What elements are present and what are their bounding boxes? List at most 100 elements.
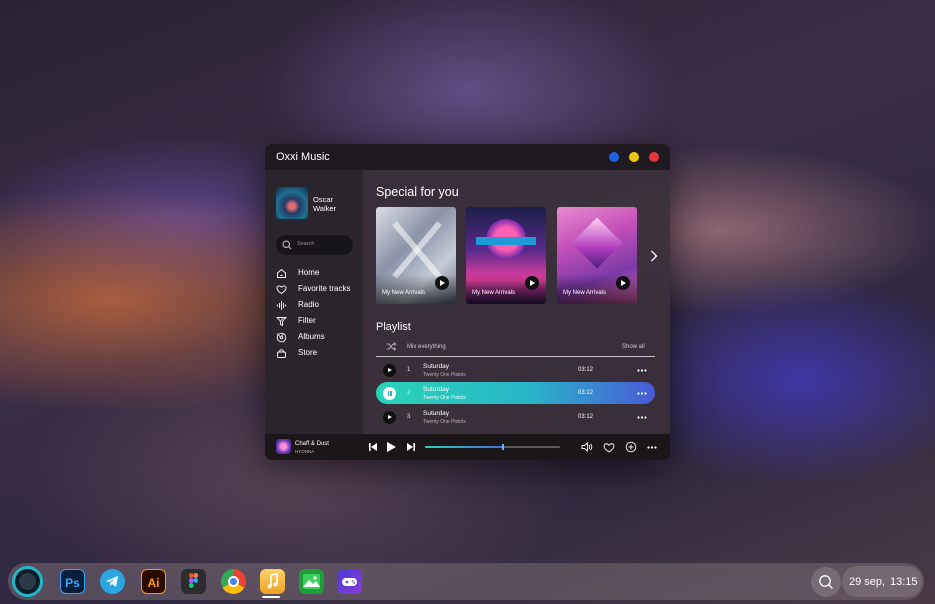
track-duration: 03:12	[578, 367, 594, 373]
paper-plane-glyph	[106, 576, 118, 587]
assistant-icon[interactable]	[12, 566, 43, 597]
next-icon[interactable]	[406, 442, 416, 452]
show-all-link[interactable]: Show all	[622, 344, 645, 350]
gamepad-glyph	[342, 578, 357, 586]
sidebar-item-favorite-tracks[interactable]: Favorite tracks	[276, 283, 356, 295]
track-number: 3	[407, 414, 411, 420]
track-artist: Twenty One Pistols	[423, 372, 466, 378]
active-app-indicator	[262, 596, 280, 598]
track-number: 2	[407, 390, 411, 396]
play-icon[interactable]	[616, 276, 630, 290]
music-note-glyph	[267, 573, 278, 589]
add-icon[interactable]	[625, 441, 637, 453]
chevron-down-icon[interactable]	[276, 332, 285, 339]
sidebar-item-radio[interactable]: Radio	[276, 299, 356, 311]
more-icon[interactable]	[637, 392, 647, 395]
gallery-icon[interactable]	[299, 569, 324, 594]
photoshop-icon[interactable]: Ps	[60, 569, 85, 594]
sidebar: Oscar Walker Search Home Favorite tracks	[265, 170, 363, 434]
sidebar-item-label: Store	[298, 348, 318, 357]
search-input[interactable]: Search	[276, 235, 353, 255]
more-icon[interactable]	[637, 416, 647, 419]
now-playing-title: Chaff & Dust	[295, 441, 329, 447]
sidebar-item-label: Radio	[298, 300, 319, 309]
more-icon[interactable]	[647, 446, 657, 449]
pause-icon[interactable]	[383, 387, 396, 400]
illustrator-label: Ai	[147, 576, 160, 590]
taskbar: Ps Ai 29 sep, 13:15	[8, 563, 924, 600]
play-icon[interactable]	[386, 441, 397, 453]
music-app-window: Oxxi Music Oscar Walker Search Home Favo…	[265, 144, 670, 460]
chevron-right-icon[interactable]	[650, 250, 658, 262]
play-icon[interactable]	[383, 364, 396, 377]
window-close-button[interactable]	[649, 152, 659, 162]
chrome-center	[228, 576, 239, 587]
track-title: Suturday	[423, 386, 450, 393]
radio-icon	[277, 301, 286, 310]
player-bar: Chaff & Dust HYONNA	[265, 434, 670, 460]
volume-icon[interactable]	[581, 441, 593, 453]
track-row[interactable]: 1 Suturday Twenty One Pistols 03:12	[376, 359, 655, 381]
card-label: My New Arrivals	[563, 290, 607, 296]
sidebar-item-label: Albums	[298, 332, 325, 341]
mountain-glyph	[303, 574, 320, 589]
now-playing-artist: HYONNA	[295, 449, 315, 454]
clock[interactable]: 29 sep, 13:15	[842, 566, 922, 597]
search-icon	[819, 575, 833, 589]
mix-everything-label[interactable]: Mix everything	[407, 344, 446, 350]
progress-fill	[425, 446, 504, 448]
app-title: Oxxi Music	[276, 151, 330, 163]
search-placeholder: Search	[297, 241, 315, 247]
sidebar-item-home[interactable]: Home	[276, 267, 356, 279]
illustrator-icon[interactable]: Ai	[141, 569, 166, 594]
search-icon	[282, 240, 292, 250]
play-icon[interactable]	[435, 276, 449, 290]
main-content: Special for you My New Arrivals My New A…	[363, 170, 670, 434]
chrome-icon[interactable]	[221, 569, 246, 594]
album-card[interactable]: My New Arrivals	[466, 207, 546, 304]
more-icon[interactable]	[637, 369, 647, 372]
track-row[interactable]: 3 Suturday Twenty One Pistols 03:12	[376, 406, 655, 428]
sidebar-item-filter[interactable]: Filter	[276, 315, 356, 327]
playlist-title: Playlist	[376, 321, 411, 333]
figma-icon[interactable]	[181, 569, 206, 594]
taskbar-search-button[interactable]	[811, 567, 841, 597]
track-number: 1	[407, 367, 411, 373]
play-icon[interactable]	[383, 411, 396, 424]
user-name: Oscar Walker	[313, 195, 337, 213]
window-blue-button[interactable]	[609, 152, 619, 162]
bag-icon	[277, 349, 286, 358]
progress-handle[interactable]	[502, 444, 505, 450]
track-duration: 03:12	[578, 414, 594, 420]
games-icon[interactable]	[337, 569, 362, 594]
music-app-icon[interactable]	[260, 569, 285, 594]
now-playing-art[interactable]	[276, 439, 291, 454]
sidebar-item-label: Filter	[298, 316, 316, 325]
track-artist: Twenty One Pistols	[423, 395, 466, 401]
shuffle-icon[interactable]	[386, 342, 396, 351]
track-title: Suturday	[423, 410, 450, 417]
sidebar-item-store[interactable]: Store	[276, 347, 356, 359]
window-minimize-button[interactable]	[629, 152, 639, 162]
album-card[interactable]: My New Arrivals	[376, 207, 456, 304]
track-row-active[interactable]: 2 Suturday Twenty One Pistols 03:12	[376, 382, 655, 404]
album-card[interactable]: My New Arrivals	[557, 207, 637, 304]
play-icon[interactable]	[525, 276, 539, 290]
heart-icon	[276, 285, 287, 295]
telegram-icon[interactable]	[100, 569, 125, 594]
chevron-down-icon[interactable]	[276, 316, 285, 323]
card-label: My New Arrivals	[472, 290, 516, 296]
figma-glyph	[189, 573, 199, 588]
album-art-shape	[571, 217, 623, 269]
clock-date: 29 sep,	[849, 576, 886, 588]
progress-bar[interactable]	[425, 444, 560, 450]
sidebar-item-albums[interactable]: Albums	[276, 331, 356, 343]
avatar[interactable]	[276, 187, 308, 219]
heart-icon[interactable]	[603, 442, 615, 453]
previous-icon[interactable]	[368, 442, 378, 452]
title-bar[interactable]: Oxxi Music	[265, 144, 670, 170]
clock-time: 13:15	[890, 576, 918, 588]
track-title: Suturday	[423, 363, 450, 370]
sidebar-item-label: Home	[298, 268, 320, 277]
sidebar-item-label: Favorite tracks	[298, 284, 351, 293]
